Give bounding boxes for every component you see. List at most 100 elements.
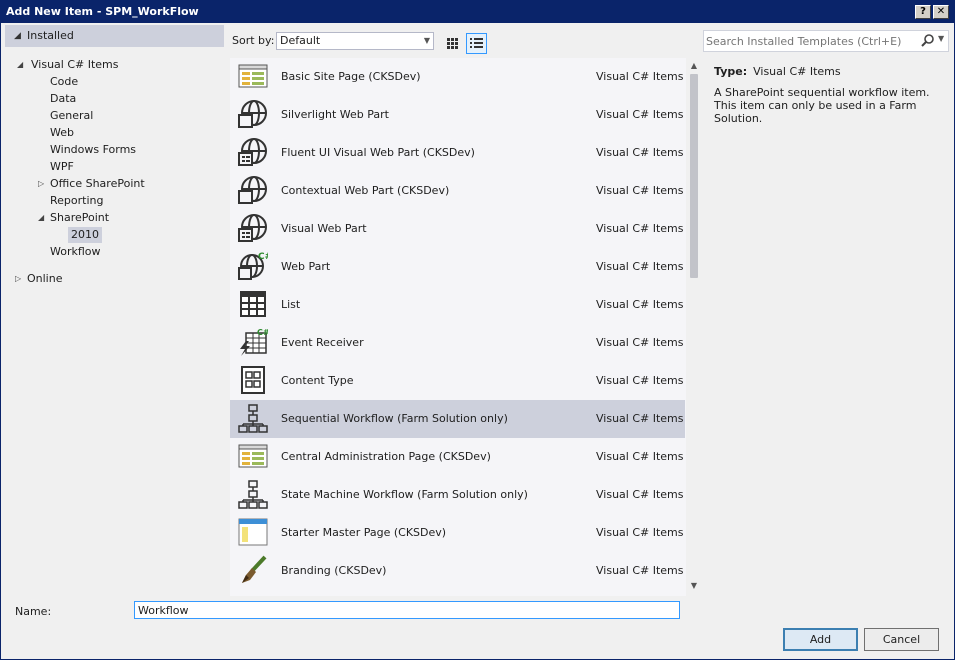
tree-item-workflow[interactable]: Workflow	[50, 244, 101, 260]
template-name: Sequential Workflow (Farm Solution only)	[281, 412, 508, 425]
collapse-arrow-icon[interactable]: ▷	[38, 176, 44, 192]
globe-csharp-icon: C#	[238, 251, 272, 281]
template-row[interactable]: Contextual Web Part (CKSDev) Visual C# It…	[230, 172, 685, 210]
globe-visual-webpart-icon	[238, 213, 268, 243]
tree-item-2010[interactable]: 2010	[68, 227, 102, 243]
template-name: Basic Site Page (CKSDev)	[281, 70, 421, 83]
template-category: Visual C# Items	[596, 146, 684, 159]
collapse-arrow-icon[interactable]: ▷	[15, 271, 21, 287]
template-category: Visual C# Items	[596, 450, 684, 463]
name-input[interactable]	[134, 601, 680, 619]
scroll-up-icon[interactable]: ▲	[689, 61, 699, 71]
template-name: Contextual Web Part (CKSDev)	[281, 184, 450, 197]
template-name: Central Administration Page (CKSDev)	[281, 450, 491, 463]
tree-item-web[interactable]: Web	[50, 125, 74, 141]
content-type-icon	[238, 365, 268, 395]
globe-visual-webpart-icon	[238, 137, 268, 167]
template-name: Starter Master Page (CKSDev)	[281, 526, 447, 539]
tree-item-sharepoint[interactable]: SharePoint	[50, 210, 109, 226]
template-row[interactable]: Content Type Visual C# Items	[230, 362, 685, 400]
cancel-button[interactable]: Cancel	[864, 628, 939, 651]
svg-text:C#: C#	[257, 328, 268, 337]
template-row[interactable]: C# Event Receiver Visual C# Items	[230, 324, 685, 362]
expand-arrow-icon[interactable]: ◢	[38, 210, 44, 226]
sort-dropdown[interactable]: Default ▼	[276, 32, 434, 50]
name-label: Name:	[15, 605, 52, 618]
scroll-down-icon[interactable]: ▼	[689, 581, 699, 591]
help-button[interactable]: ?	[915, 5, 931, 19]
window-title: Add New Item - SPM_WorkFlow	[6, 5, 199, 18]
page-icon	[238, 61, 268, 91]
list-icon	[238, 289, 268, 319]
search-icon[interactable]	[919, 32, 937, 50]
add-new-item-dialog: Add New Item - SPM_WorkFlow ? ✕ ◢ Instal…	[0, 0, 955, 660]
tree-item-reporting[interactable]: Reporting	[50, 193, 103, 209]
svg-text:C#: C#	[258, 252, 268, 262]
tree-item-online[interactable]: Online	[27, 271, 62, 287]
workflow-icon	[238, 403, 268, 433]
template-category: Visual C# Items	[596, 70, 684, 83]
template-type: Type: Visual C# Items	[714, 65, 841, 78]
search-input[interactable]	[706, 33, 910, 49]
template-category: Visual C# Items	[596, 412, 684, 425]
details-panel: ▼ Type: Visual C# Items A SharePoint sequ…	[702, 24, 954, 596]
template-name: Event Receiver	[281, 336, 364, 349]
template-row[interactable]: Branding (CKSDev) Visual C# Items	[230, 552, 685, 590]
list-view-button[interactable]	[466, 33, 487, 54]
template-category: Visual C# Items	[596, 298, 684, 311]
expand-arrow-icon: ◢	[14, 31, 21, 41]
template-row[interactable]: Sequential Workflow (Farm Solution only)…	[230, 400, 685, 438]
type-value: Visual C# Items	[753, 65, 841, 78]
type-label: Type:	[714, 65, 748, 78]
chevron-down-icon[interactable]: ▼	[938, 34, 944, 43]
installed-header[interactable]: ◢ Installed	[5, 25, 224, 47]
template-category: Visual C# Items	[596, 374, 684, 387]
template-name: Silverlight Web Part	[281, 108, 389, 121]
template-name: List	[281, 298, 301, 311]
tree-item-windows-forms[interactable]: Windows Forms	[50, 142, 136, 158]
template-description: A SharePoint sequential workflow item. T…	[714, 86, 930, 125]
sort-toolbar: Sort by: Default ▼	[230, 30, 700, 54]
tree-item-wpf[interactable]: WPF	[50, 159, 74, 175]
list-view-icon	[470, 38, 483, 48]
template-name: Visual Web Part	[281, 222, 367, 235]
template-row[interactable]: Central Administration Page (CKSDev) Visu…	[230, 438, 685, 476]
template-row[interactable]: Starter Master Page (CKSDev) Visual C# It…	[230, 514, 685, 552]
globe-webpart-icon	[238, 175, 268, 205]
template-row[interactable]: List Visual C# Items	[230, 286, 685, 324]
template-category: Visual C# Items	[596, 108, 684, 121]
workflow-icon	[238, 479, 268, 509]
template-row[interactable]: C# Web Part Visual C# Items	[230, 248, 685, 286]
template-category: Visual C# Items	[596, 260, 684, 273]
add-button[interactable]: Add	[783, 628, 858, 651]
template-name: State Machine Workflow (Farm Solution on…	[281, 488, 528, 501]
master-page-icon	[238, 517, 268, 547]
template-row[interactable]: Visual Web Part Visual C# Items	[230, 210, 685, 248]
page-icon	[238, 441, 268, 471]
template-category: Visual C# Items	[596, 488, 684, 501]
sort-value: Default	[280, 34, 321, 47]
template-category: Visual C# Items	[596, 336, 684, 349]
template-category: Visual C# Items	[596, 564, 684, 577]
template-list-scrollbar[interactable]: ▲ ▼	[687, 58, 701, 596]
template-category: Visual C# Items	[596, 222, 684, 235]
close-button[interactable]: ✕	[933, 5, 949, 19]
small-icons-view-button[interactable]	[442, 33, 463, 54]
tree-item-general[interactable]: General	[50, 108, 93, 124]
tree-item-code[interactable]: Code	[50, 74, 78, 90]
template-name: Web Part	[281, 260, 331, 273]
expand-arrow-icon[interactable]: ◢	[17, 57, 23, 73]
template-row[interactable]: Basic Site Page (CKSDev) Visual C# Items	[230, 58, 685, 96]
template-row[interactable]: Fluent UI Visual Web Part (CKSDev) Visual…	[230, 134, 685, 172]
installed-label: Installed	[27, 29, 74, 42]
template-row[interactable]: Silverlight Web Part Visual C# Items	[230, 96, 685, 134]
template-name: Branding (CKSDev)	[281, 564, 387, 577]
category-tree: ◢ Installed ◢ Visual C# Items Code Data …	[5, 24, 225, 594]
tree-item-data[interactable]: Data	[50, 91, 76, 107]
template-row[interactable]: State Machine Workflow (Farm Solution on…	[230, 476, 685, 514]
tree-item-office-sharepoint[interactable]: Office SharePoint	[50, 176, 145, 192]
bottom-bar: Name: Add Cancel	[1, 596, 954, 659]
scroll-thumb[interactable]	[690, 74, 698, 278]
tree-item-visual-csharp[interactable]: Visual C# Items	[31, 57, 119, 73]
search-box[interactable]: ▼	[703, 30, 949, 52]
